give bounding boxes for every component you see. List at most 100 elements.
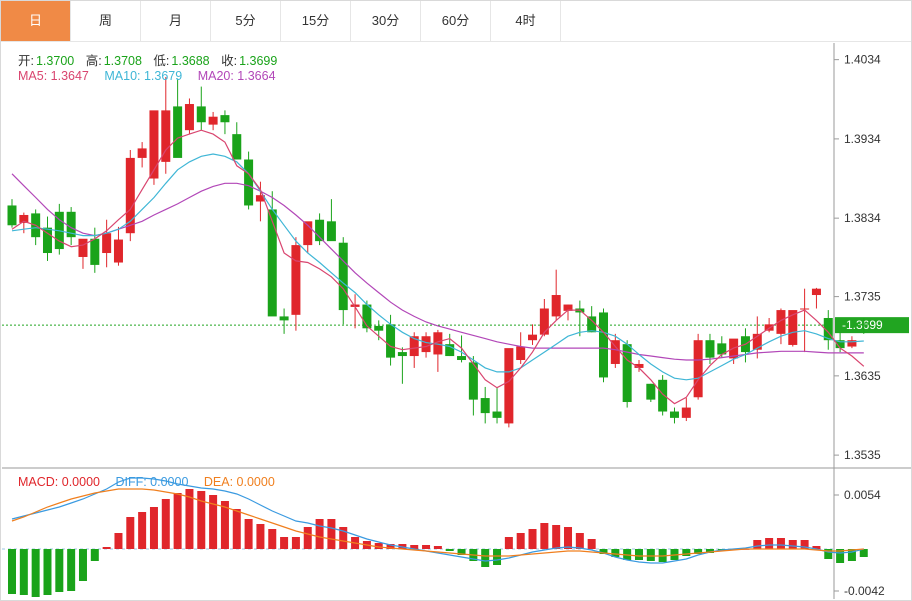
macd-bar: [149, 507, 158, 549]
macd-bar: [765, 538, 774, 549]
candle-body: [78, 238, 88, 257]
candle-body: [326, 221, 336, 242]
high-value: 1.3708: [103, 54, 142, 68]
candle-body: [421, 336, 431, 353]
macd-bar: [634, 549, 643, 560]
candle-body: [196, 106, 206, 123]
candle-body: [492, 411, 502, 418]
candle-body: [184, 104, 194, 131]
macd-bar: [315, 519, 324, 549]
candle-body: [149, 110, 159, 179]
price-tick-label: 1.3735: [844, 290, 881, 304]
candle-body: [705, 340, 715, 358]
macd-bar: [138, 512, 147, 549]
macd-bar: [776, 538, 785, 549]
macd-bar: [552, 525, 561, 549]
candle-body: [504, 348, 514, 424]
macd-bar: [8, 549, 16, 594]
macd-bar: [43, 549, 52, 595]
close-label: 收:: [221, 54, 238, 68]
candle-body: [646, 383, 656, 400]
macd-bar: [564, 527, 573, 549]
macd-bar: [114, 533, 123, 549]
macd-bar: [682, 549, 691, 556]
macd-bar: [753, 540, 762, 549]
macd-bar: [516, 533, 525, 549]
candle-body: [338, 242, 348, 311]
macd-value: MACD: 0.0000: [18, 475, 100, 489]
ma20-value: MA20: 1.3664: [197, 69, 276, 83]
macd-bar: [445, 549, 454, 551]
macd-bar: [540, 523, 549, 549]
macd-bar: [256, 524, 265, 549]
high-label: 高:: [85, 54, 102, 68]
macd-bar: [173, 493, 182, 549]
macd-bar: [433, 546, 442, 549]
price-tick-label: 1.3535: [844, 448, 881, 462]
ma10-value: MA10: 1.3679: [104, 69, 183, 83]
macd-bar: [481, 549, 490, 567]
candle-body: [551, 295, 561, 317]
macd-bar: [55, 549, 64, 592]
price-tick-label: 1.3834: [844, 211, 881, 225]
chart-canvas: 1.40341.39341.38341.37351.36351.3535-1.3…: [2, 43, 911, 599]
candle-body: [386, 324, 396, 358]
candle-body: [244, 159, 254, 206]
candle-body: [693, 340, 703, 398]
candle-body: [208, 116, 218, 125]
candle-body: [362, 304, 372, 329]
macd-bar: [422, 545, 431, 549]
open-label: 开:: [18, 54, 34, 68]
dea-value: DEA: 0.0000: [203, 475, 275, 489]
candle-body: [102, 233, 112, 254]
macd-bar: [587, 539, 596, 549]
macd-readout: MACD: 0.0000 DIFF: 0.0000 DEA: 0.0000: [18, 475, 277, 489]
candle-body: [658, 379, 668, 412]
macd-bar: [232, 509, 241, 549]
candle-body: [374, 325, 384, 331]
candle-body: [480, 398, 490, 414]
ma-readout: MA5: 1.3647 MA10: 1.3679 MA20: 1.3664: [18, 69, 278, 83]
candle-body: [811, 288, 821, 296]
macd-bar: [280, 537, 289, 549]
low-label: 低:: [153, 54, 170, 68]
candle-body: [610, 340, 620, 364]
macd-bar: [493, 549, 502, 565]
macd-bar: [31, 549, 40, 597]
candle-body: [859, 324, 869, 326]
candle-body: [599, 312, 608, 378]
candle-body: [681, 407, 691, 418]
candle-body: [397, 352, 407, 357]
macd-bar: [646, 549, 655, 561]
candle-body: [220, 115, 230, 123]
macd-bar: [78, 549, 87, 581]
candle-body: [669, 411, 679, 418]
macd-bar: [575, 533, 584, 549]
macd-bar: [291, 537, 300, 549]
macd-bar: [327, 519, 336, 549]
candle-body: [528, 334, 538, 341]
macd-bar: [788, 540, 797, 549]
macd-bar: [504, 537, 513, 549]
close-value: 1.3699: [239, 54, 278, 68]
candle-body: [173, 106, 183, 158]
macd-bar: [528, 529, 537, 549]
candle-body: [457, 356, 467, 361]
candle-body: [90, 238, 100, 265]
price-tick-label: 1.4034: [844, 53, 881, 67]
low-value: 1.3688: [171, 54, 210, 68]
candle-body: [516, 346, 526, 361]
ma5-value: MA5: 1.3647: [18, 69, 89, 83]
macd-bar: [161, 499, 170, 549]
candle-body: [7, 205, 17, 226]
open-value: 1.3700: [35, 54, 75, 68]
macd-bar: [268, 529, 277, 549]
candle-body: [539, 308, 549, 335]
macd-bar: [303, 527, 312, 549]
macd-bar: [126, 517, 135, 549]
macd-bar: [244, 519, 253, 549]
candle-body: [800, 308, 810, 310]
candle-body: [232, 134, 242, 160]
candle-body: [137, 148, 147, 158]
candle-body: [113, 239, 123, 263]
